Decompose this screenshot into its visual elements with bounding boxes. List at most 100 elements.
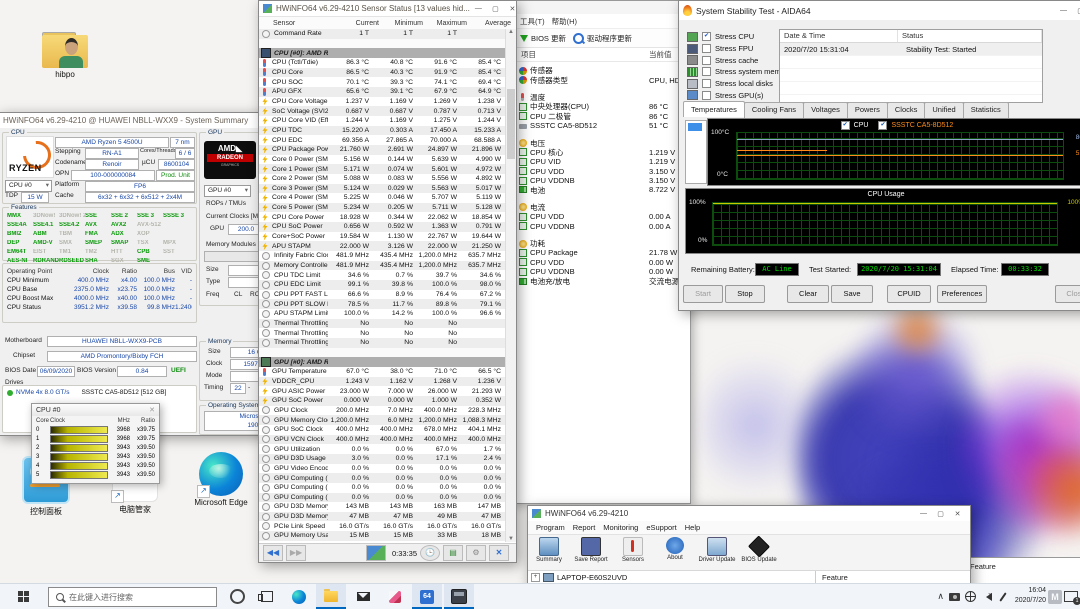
menu-item[interactable]: Report <box>573 523 596 532</box>
minimize-button[interactable]: — <box>1055 7 1072 14</box>
checkbox[interactable]: ✔ <box>702 67 711 76</box>
sensor-row[interactable]: CPU EDC Limit 99.1 % 39.8 % 100.0 % 98.0… <box>259 280 506 290</box>
popup-titlebar[interactable]: CPU #0 ✕ <box>32 404 159 416</box>
taskbar-snip-button[interactable] <box>380 584 410 609</box>
drive-link-speed[interactable]: NVMe 4x 8.0 GT/s <box>16 389 69 396</box>
hwinfo-titlebar[interactable]: HWiNFO64 v6.29-4210 — ▢ ✕ <box>528 506 970 521</box>
cn-sensor-row[interactable]: CPU VDD 0.00 W <box>513 258 690 267</box>
sensor-row[interactable]: Core 3 Power (SMU) 5.124 W 0.029 W 5.563… <box>259 184 506 194</box>
chart-mini-scrollbar[interactable] <box>685 120 707 184</box>
tray-pen-button[interactable] <box>1002 584 1004 609</box>
chart-tab[interactable]: Unified <box>924 102 963 118</box>
toolbar-button[interactable]: Summary <box>528 537 570 563</box>
chart-tab[interactable]: Voltages <box>803 102 848 118</box>
sensor-row[interactable]: Infinity Fabric Clock... 481.9 MHz 435.4… <box>259 251 506 261</box>
sensor-row[interactable]: APU GFX 65.6 °C 39.1 °C 67.9 °C 64.9 °C <box>259 87 506 97</box>
sensor-row[interactable]: Thermal Throttling (... No No No <box>259 328 506 338</box>
clock-icon[interactable]: 🕒 <box>420 545 440 561</box>
checkbox[interactable]: ✔ <box>702 32 711 41</box>
menu-item[interactable]: Program <box>536 523 565 532</box>
cn-sensor-row[interactable]: 电池充/放电 交流电源 <box>513 276 690 285</box>
menu-item[interactable]: Monitoring <box>603 523 638 532</box>
menu-help[interactable]: 帮助(H) <box>552 16 577 27</box>
sensor-row[interactable]: GPU Clock 200.0 MHz 7.0 MHz 400.0 MHz 22… <box>259 406 506 416</box>
stress-option[interactable]: ✔ Stress cache <box>687 54 791 66</box>
cn-sensor-row[interactable]: CPU Package 21.78 W <box>513 248 690 257</box>
tray-overflow-button[interactable]: ∧ <box>937 584 944 609</box>
sensor-row[interactable] <box>259 39 506 49</box>
sensor-row[interactable]: GPU Video Encode ... 0.0 % 0.0 % 0.0 % 0… <box>259 464 506 474</box>
prod-unit-link[interactable]: Prod. Unit <box>156 170 195 181</box>
cn-sensor-row[interactable]: 电流 <box>513 203 690 212</box>
scroll-up-icon[interactable]: ▲ <box>506 29 516 35</box>
sensor-titlebar[interactable]: HWiNFO64 v6.29-4210 Sensor Status [13 va… <box>259 1 516 17</box>
scroll-down-icon[interactable]: ▼ <box>506 536 516 542</box>
sensor-scrollbar[interactable]: ▲ ▼ <box>505 29 516 542</box>
sensor-row[interactable]: Command Rate 1 T 1 T 1 T <box>259 29 506 39</box>
tray-camera-button[interactable] <box>949 584 960 609</box>
tree-expand-icon[interactable]: ⊟+ <box>531 573 540 582</box>
close-button[interactable]: ✕ <box>504 5 516 13</box>
sensor-row[interactable]: CPU Core Power 18.928 W 0.344 W 22.062 W… <box>259 212 506 222</box>
sensor-row[interactable]: Core 5 Power (SMU) 5.234 W 0.205 W 5.711… <box>259 203 506 213</box>
sensor-row[interactable]: GPU Utilization 0.0 % 0.0 % 67.0 % 1.7 % <box>259 444 506 454</box>
stress-option[interactable]: ✔ Stress system memory <box>687 66 791 78</box>
toolbar-button[interactable]: About <box>654 537 696 561</box>
prev-page-button[interactable]: ◀◀ <box>263 545 283 561</box>
chart-tab[interactable]: Clocks <box>887 102 926 118</box>
maximize-button[interactable]: ▢ <box>487 5 504 13</box>
close-sensors-button[interactable]: ✕ <box>489 545 509 561</box>
sensor-row[interactable]: APU STAPM 22.000 W 3.126 W 22.000 W 21.2… <box>259 241 506 251</box>
preferences-button[interactable]: Preferences <box>937 285 987 303</box>
stress-option[interactable]: ✔ Stress GPU(s) <box>687 89 791 101</box>
checkbox[interactable]: ✔ <box>702 91 711 100</box>
close-icon[interactable]: ✕ <box>149 406 155 414</box>
stress-option[interactable]: ✔ Stress local disks <box>687 78 791 90</box>
cn-sensor-row[interactable]: CPU VDD 0.00 A <box>513 212 690 221</box>
cn-sensor-row[interactable]: 传感器类型 CPU, HDD, <box>513 75 690 84</box>
stress-option[interactable]: ✔ Stress CPU <box>687 31 791 43</box>
toolbar-button[interactable]: Sensors <box>612 537 654 563</box>
sensor-row[interactable]: GPU ASIC Power 23.000 W 7.000 W 26.000 W… <box>259 386 506 396</box>
chart-tab[interactable]: Statistics <box>963 102 1009 118</box>
sensor-row[interactable]: CPU PPT SLOW Limit 78.5 % 11.7 % 89.8 % … <box>259 299 506 309</box>
sensor-row[interactable]: Memory Controller ... 481.9 MHz 435.4 MH… <box>259 261 506 271</box>
sensor-row[interactable]: SoC Voltage (SVI2 ... 0.687 V 0.687 V 0.… <box>259 106 506 116</box>
legend-checkbox-ssd[interactable]: ✔ <box>878 121 887 130</box>
sensor-row[interactable]: GPU D3D Memory D... 143 MB 143 MB 163 MB… <box>259 502 506 512</box>
sensor-row[interactable]: Core 4 Power (SMU) 5.225 W 0.046 W 5.707… <box>259 193 506 203</box>
legend-checkbox-cpu[interactable]: ✔ <box>841 121 850 130</box>
checkbox[interactable]: ✔ <box>702 56 711 65</box>
sensor-row[interactable]: CPU SoC Power 0.656 W 0.592 W 1.363 W 0.… <box>259 222 506 232</box>
desktop-icon-user-folder[interactable]: hibpo <box>28 32 102 79</box>
stop-button[interactable]: Stop <box>725 285 765 303</box>
chart-tab[interactable]: Cooling Fans <box>744 102 804 118</box>
sensor-row[interactable]: CPU PPT FAST Limit 66.6 % 8.9 % 76.4 % 6… <box>259 290 506 300</box>
sensor-row[interactable]: CPU EDC 69.356 A 27.865 A 70.000 A 68.58… <box>259 135 506 145</box>
log-row[interactable]: 2020/7/20 15:31:04Stability Test: Starte… <box>780 43 1042 55</box>
sensor-row[interactable]: Core 0 Power (SMU) 5.156 W 0.144 W 5.639… <box>259 155 506 165</box>
sensor-row[interactable]: APU STAPM Limit 100.0 % 14.2 % 100.0 % 9… <box>259 309 506 319</box>
sensor-row[interactable]: CPU TDC Limit 34.6 % 0.7 % 39.7 % 34.6 % <box>259 270 506 280</box>
sensor-row[interactable]: CPU SOC 70.1 °C 39.3 °C 74.1 °C 69.4 °C <box>259 77 506 87</box>
taskbar-edge-button[interactable] <box>284 584 314 609</box>
taskbar-aida64-button[interactable]: 64 <box>412 584 442 609</box>
taskbar-hwinfo-button[interactable] <box>444 584 474 609</box>
sensor-row[interactable]: Core+SoC Power 19.584 W 1.130 W 22.767 W… <box>259 232 506 242</box>
settings-gear-icon[interactable]: ⚙ <box>466 545 486 561</box>
monitors-button[interactable] <box>366 545 386 561</box>
sensor-row[interactable]: GPU VCN Clock 400.0 MHz 400.0 MHz 400.0 … <box>259 435 506 445</box>
sensor-row[interactable]: GPU D3D Memory D... 47 MB 47 MB 49 MB 47… <box>259 512 506 522</box>
sensor-row[interactable]: CPU Package Powe... 21.760 W 2.691 W 24.… <box>259 145 506 155</box>
menu-item[interactable]: Help <box>685 523 700 532</box>
cpu-select-dropdown[interactable]: CPU #0▾ <box>5 180 52 192</box>
sensor-row[interactable]: GPU Temperature 67.0 °C 38.0 °C 71.0 °C … <box>259 367 506 377</box>
action-center-button[interactable]: 1 <box>1064 584 1078 609</box>
stress-option[interactable]: ✔ Stress FPU <box>687 43 791 55</box>
cn-sensor-row[interactable]: SSSTC CA5-8D512 51 °C <box>513 121 690 130</box>
cortana-button[interactable] <box>222 584 252 609</box>
save-button[interactable]: Save <box>831 285 873 303</box>
sensor-row[interactable]: CPU Core 86.5 °C 40.3 °C 91.9 °C 85.4 °C <box>259 68 506 78</box>
clear-button[interactable]: Clear <box>787 285 829 303</box>
checkbox[interactable]: ✔ <box>702 44 711 53</box>
